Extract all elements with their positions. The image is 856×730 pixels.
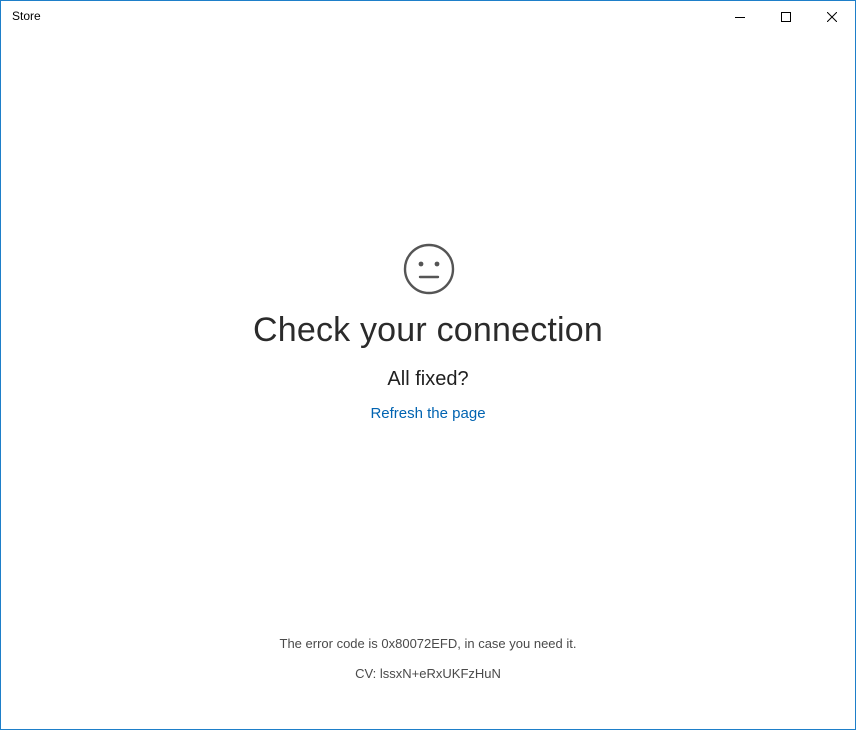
close-button[interactable] [809,1,855,32]
error-headline: Check your connection [252,311,604,349]
neutral-face-icon [403,243,455,295]
maximize-icon [781,11,791,22]
refresh-link-container: Refresh the page [1,404,855,424]
error-code-text: The error code is 0x80072EFD, in case yo… [279,636,577,651]
window-title: Store [12,9,41,23]
title-bar[interactable]: Store [1,1,855,32]
error-content: Check your connection All fixed? Refresh… [1,32,855,729]
close-icon [827,11,837,22]
maximize-button[interactable] [763,1,809,32]
minimize-icon [735,16,745,18]
minimize-button[interactable] [717,1,763,32]
store-window: Store Check your connection All fixed? R… [0,0,856,730]
correlation-vector-text: CV: lssxN+eRxUKFzHuN [355,666,501,681]
refresh-page-link[interactable]: Refresh the page [370,405,485,422]
window-controls [717,1,855,32]
error-subhead: All fixed? [387,368,469,390]
